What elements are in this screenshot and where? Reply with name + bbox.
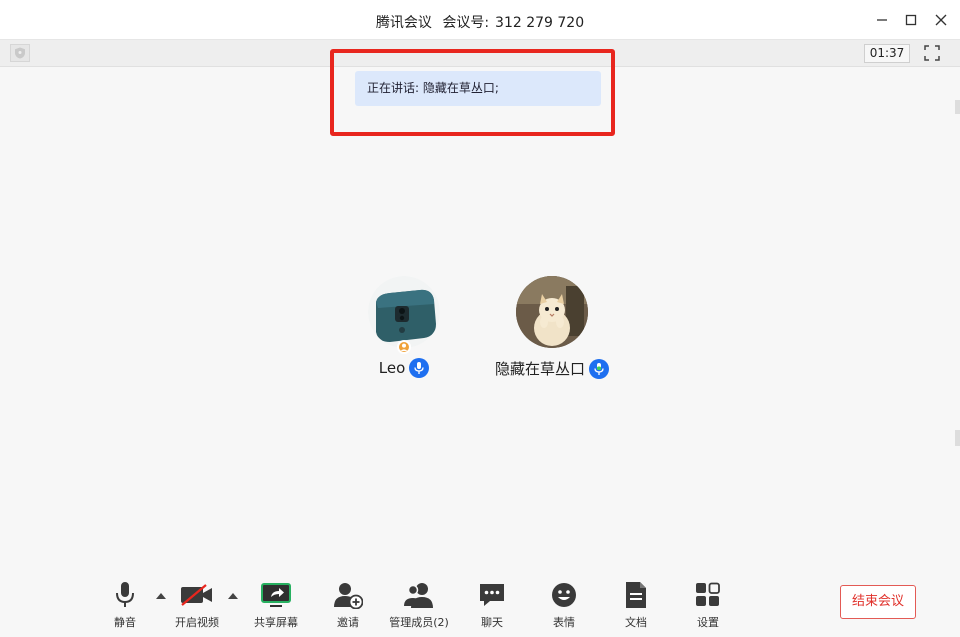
grid-settings-icon [696,582,720,606]
fullscreen-icon [924,45,940,61]
close-button[interactable] [931,10,951,30]
members-icon [404,583,433,608]
meeting-window: 腾讯会议 会议号: 312 279 720 01:37 正在讲话: 隐藏在草丛口… [0,0,960,637]
shield-icon [15,47,25,59]
end-meeting-button[interactable]: 结束会议 [840,585,916,619]
microphone-icon [116,582,134,607]
participant-name-row: 隐藏在草丛口 [472,358,632,379]
minimize-icon [877,19,887,21]
microphone-icon [414,362,424,374]
maximize-button[interactable] [901,10,921,30]
user-icon [400,343,408,351]
share-screen-icon [261,583,291,607]
bottom-toolbar: 静音 开启视频 共享屏幕 邀请 管理成员(2) 聊天 表情 文档 设置 结束会议 [0,572,960,637]
host-badge [397,340,411,354]
app-name: 腾讯会议 [375,15,432,31]
edge-artifact [955,100,960,114]
edge-artifact [955,430,960,446]
add-user-icon [334,583,363,609]
security-button[interactable] [10,44,30,62]
share-screen-label: 共享屏幕 [254,616,298,629]
meeting-id: 312 279 720 [495,15,585,31]
meeting-timer: 01:37 [864,44,910,63]
document-icon [626,582,646,608]
chat-icon [480,584,504,606]
mic-status [409,358,430,378]
caret-up-icon [228,592,238,599]
participant-name: Leo [378,359,406,377]
maximize-icon [905,14,917,26]
documents-label: 文档 [625,616,647,629]
window-title: 腾讯会议 会议号: 312 279 720 [0,12,960,32]
emoji-label: 表情 [553,616,575,629]
avatar [516,276,588,348]
participant-name: 隐藏在草丛口 [494,360,585,378]
documents-button[interactable]: 文档 [601,580,671,630]
phone-photo-avatar-icon [368,276,440,348]
settings-button[interactable]: 设置 [673,580,743,630]
start-video-label: 开启视频 [175,616,219,629]
video-off-icon [181,584,212,606]
meeting-id-label: 会议号: [442,15,490,31]
start-video-button[interactable]: 开启视频 [162,580,232,630]
invite-label: 邀请 [337,616,359,629]
invite-button[interactable]: 邀请 [313,580,383,630]
emoji-button[interactable]: 表情 [529,580,599,630]
fullscreen-button[interactable] [923,44,941,62]
chat-label: 聊天 [481,616,503,629]
avatar [368,276,440,348]
smiley-icon [552,583,576,607]
video-options-caret[interactable] [228,590,238,600]
speaking-indicator: 正在讲话: 隐藏在草丛口; [355,71,601,106]
mic-status [589,358,609,379]
participant-leo[interactable]: Leo [324,276,484,378]
close-icon [935,14,947,26]
mute-button[interactable]: 静音 [90,580,160,630]
title-bar: 腾讯会议 会议号: 312 279 720 [0,0,960,40]
share-screen-button[interactable]: 共享屏幕 [241,580,311,630]
minimize-button[interactable] [872,10,892,30]
manage-members-button[interactable]: 管理成员(2) [384,580,454,630]
manage-members-label: 管理成员(2) [389,616,449,629]
participant-2[interactable]: 隐藏在草丛口 [472,276,632,379]
microphone-speaking-icon [594,362,604,375]
cat-photo-avatar-icon [516,276,588,348]
settings-label: 设置 [697,616,719,629]
mute-label: 静音 [114,616,136,629]
participant-name-row: Leo [324,358,484,378]
chat-button[interactable]: 聊天 [457,580,527,630]
